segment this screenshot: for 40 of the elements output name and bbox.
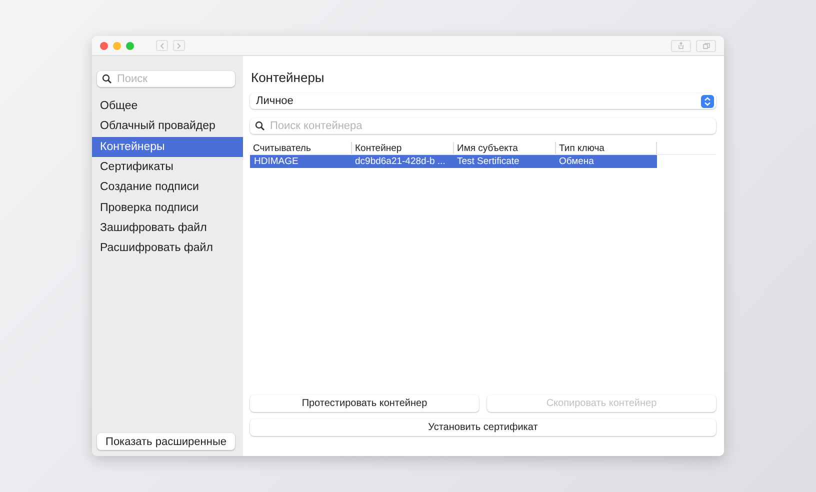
chevron-left-icon [160, 42, 164, 48]
column-header[interactable]: Считыватель [250, 142, 351, 154]
table-cell-text: Test Sertificate [456, 155, 520, 168]
share-button[interactable] [671, 40, 691, 52]
table-cell-text: Обмена [558, 155, 595, 168]
search-input[interactable]: Поиск контейнера [270, 120, 711, 132]
windows-icon [702, 42, 710, 48]
sidebar-item[interactable]: Создание подписи [92, 177, 243, 198]
sidebar-item[interactable]: Расшифровать файл [92, 238, 243, 258]
search-icon [102, 74, 112, 84]
close-button[interactable] [100, 42, 108, 50]
sidebar-item[interactable]: Общее [92, 96, 243, 116]
stepper-icon [701, 94, 714, 108]
forward-button[interactable] [173, 40, 185, 51]
search-field[interactable]: Поиск [97, 71, 235, 87]
table-row[interactable]: HDIMAGE dc9bd6a21-428d-b ... Test Sertificate Обмена [250, 155, 657, 168]
column-header[interactable]: Тип ключа [555, 142, 656, 154]
sidebar-item[interactable]: Проверка подписи [92, 197, 243, 218]
sidebar-item[interactable]: Облачный провайдер [92, 116, 243, 137]
show-advanced-button[interactable]: Показать расширенные [97, 433, 235, 450]
zoom-button[interactable] [126, 42, 134, 50]
share-icon [678, 42, 684, 49]
chevron-right-icon [177, 42, 181, 48]
back-button[interactable] [156, 40, 168, 51]
install-certificate-button[interactable]: Установить сертификат [250, 419, 716, 436]
table-cell-text: dc9bd6a21-428d-b ... [354, 155, 446, 168]
table-cell-text: HDIMAGE [253, 155, 300, 168]
column-header[interactable]: Контейнер [351, 142, 453, 154]
column-header[interactable]: Имя субъекта [453, 142, 555, 154]
sidebar-item[interactable]: Контейнеры [92, 136, 243, 157]
window-button[interactable] [696, 40, 716, 52]
store-select[interactable]: Личное [250, 93, 716, 109]
test-container-button[interactable]: Протестировать контейнер [250, 395, 479, 412]
sidebar-item[interactable]: Сертификаты [92, 156, 243, 178]
minimize-button[interactable] [113, 42, 121, 50]
sidebar-item[interactable]: Зашифровать файл [92, 218, 243, 238]
section-title: Контейнеры [251, 70, 326, 87]
search-icon [255, 121, 265, 131]
search-input[interactable]: Поиск [117, 73, 230, 85]
container-search-field[interactable]: Поиск контейнера [250, 118, 716, 134]
